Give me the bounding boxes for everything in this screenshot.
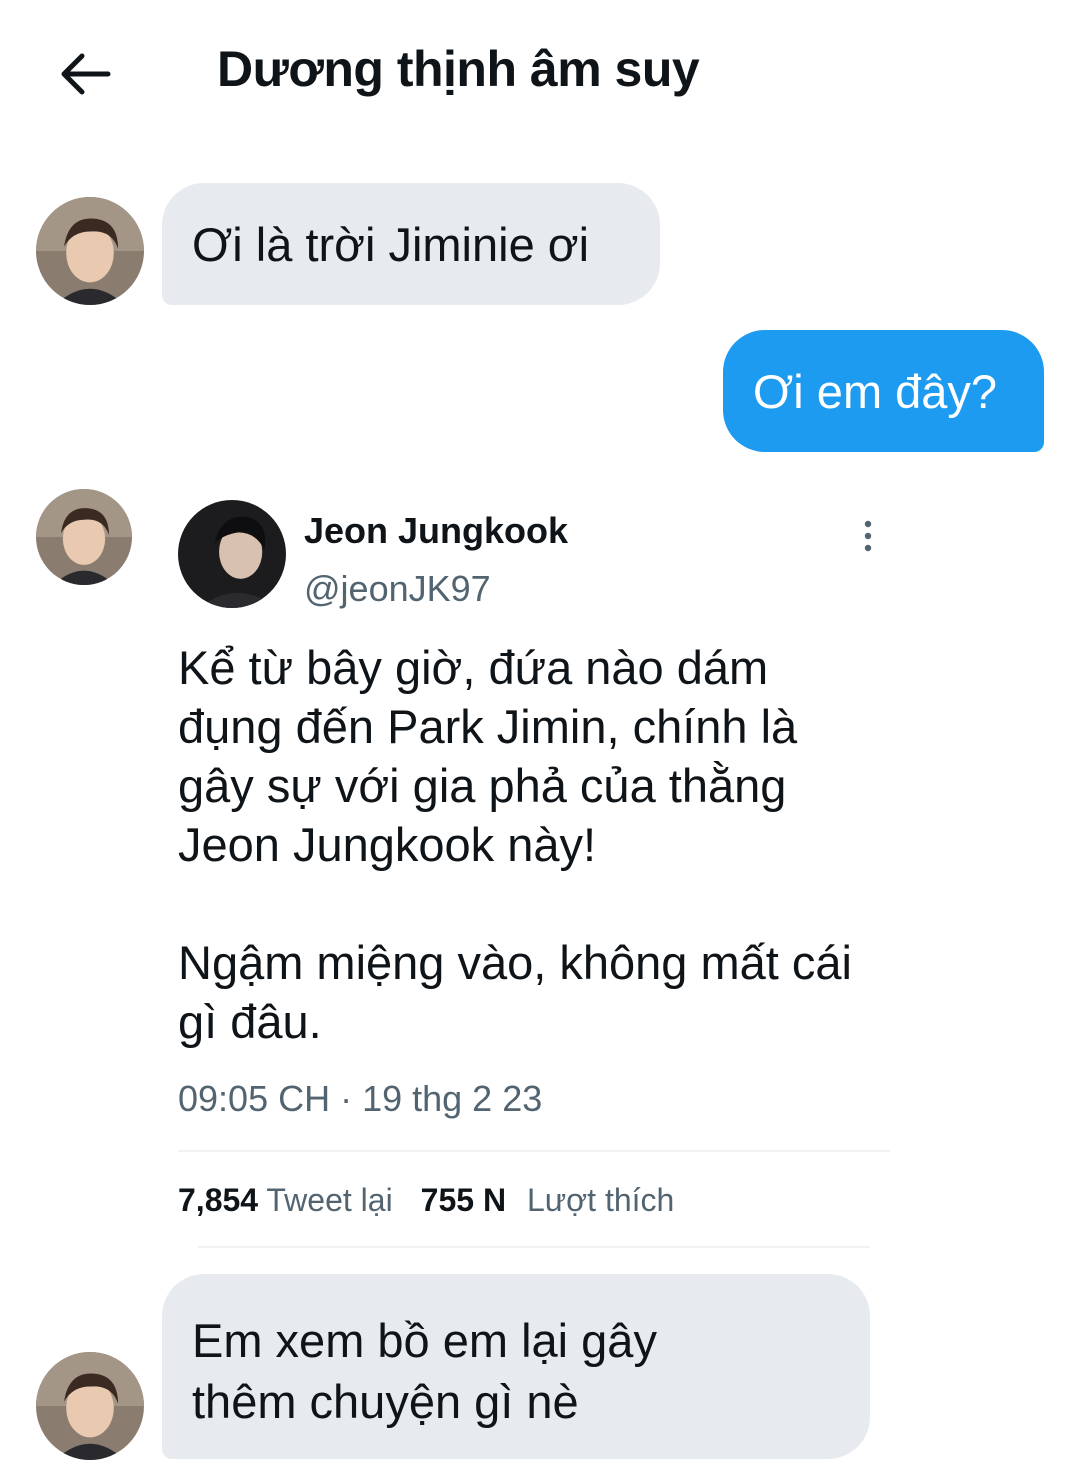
message-text-line: thêm chuyện gì nè bbox=[192, 1375, 579, 1428]
tweet-text-line: Jeon Jungkook này! bbox=[178, 818, 597, 871]
shared-tweet-card[interactable]: Jeon Jungkook @jeonJK97 Kể từ bây giờ, đ… bbox=[178, 498, 890, 1250]
tweet-text-line: Kể từ bây giờ, đứa nào dám bbox=[178, 641, 769, 694]
sender-avatar[interactable] bbox=[36, 197, 144, 305]
tweet-text-line: Ngậm miệng vào, không mất cái bbox=[178, 936, 852, 989]
tweet-author-avatar[interactable] bbox=[178, 500, 286, 608]
message-bubble[interactable]: Ơi là trời Jiminie ơi bbox=[162, 183, 660, 305]
conversation-title: Dương thịnh âm suy bbox=[217, 41, 700, 97]
sender-avatar[interactable] bbox=[36, 1352, 144, 1460]
sender-avatar[interactable] bbox=[36, 489, 132, 585]
message-text: Ơi em đây? bbox=[753, 365, 998, 418]
message-text-line: Em xem bồ em lại gây bbox=[192, 1314, 657, 1367]
tweet-text: Kể từ bây giờ, đứa nào dám đụng đến Park… bbox=[178, 638, 890, 1051]
message-bubble[interactable]: Ơi em đây? bbox=[723, 330, 1044, 452]
tweet-stats: 7,854 Tweet lại 755 N Lượt thích bbox=[178, 1182, 674, 1219]
tweet-more-button[interactable] bbox=[850, 518, 886, 554]
back-button[interactable] bbox=[52, 44, 116, 108]
tweet-divider bbox=[198, 1246, 870, 1248]
conversation-header: Dương thịnh âm suy bbox=[0, 0, 1080, 150]
tweet-author-handle[interactable]: @jeonJK97 bbox=[304, 568, 491, 610]
tweet-text-line: gây sự với gia phả của thằng bbox=[178, 759, 787, 812]
message-bubble[interactable]: Em xem bồ em lại gây thêm chuyện gì nè bbox=[162, 1274, 870, 1459]
tweet-text-line: đụng đến Park Jimin, chính là bbox=[178, 700, 798, 753]
tweet-text-line bbox=[178, 874, 890, 933]
tweet-author-name[interactable]: Jeon Jungkook bbox=[304, 510, 568, 552]
more-vertical-icon bbox=[864, 520, 872, 552]
tweet-text-line: gì đâu. bbox=[178, 995, 322, 1048]
like-count[interactable]: 755 N Lượt thích bbox=[421, 1182, 675, 1218]
tweet-timestamp: 09:05 CH · 19 thg 2 23 bbox=[178, 1078, 543, 1119]
arrow-left-icon bbox=[61, 53, 111, 95]
message-text: Ơi là trời Jiminie ơi bbox=[192, 218, 590, 271]
retweet-count[interactable]: 7,854 Tweet lại bbox=[178, 1182, 393, 1218]
tweet-divider bbox=[178, 1150, 890, 1152]
